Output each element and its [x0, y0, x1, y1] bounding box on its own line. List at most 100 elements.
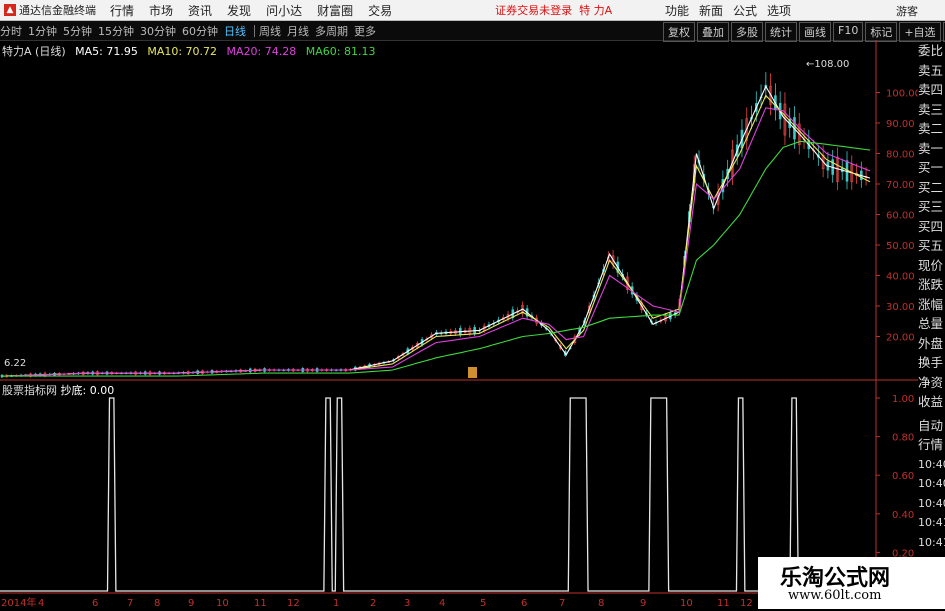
tab-period-9[interactable]: 多周期: [315, 23, 348, 39]
tdx-logo-icon: ▲: [4, 4, 16, 16]
tool-button-4[interactable]: 画线: [799, 22, 831, 42]
tool-buttons: 复权叠加多股统计画线F10标记+自选返回: [663, 22, 945, 42]
side-panel-item: 卖五: [918, 62, 944, 78]
time-axis-label: 12: [740, 598, 753, 609]
time-axis-label: 9: [640, 598, 646, 609]
tab-period-4[interactable]: 30分钟: [140, 23, 176, 39]
side-panel-item: 买五: [918, 238, 944, 253]
tool-button-0[interactable]: 复权: [663, 22, 695, 42]
price-axis-label: 90.00: [886, 119, 915, 130]
menu-market[interactable]: 市场: [149, 2, 173, 19]
side-panel-item: 卖一: [918, 140, 944, 156]
side-panel-item: 外盘: [918, 335, 944, 351]
indicator-header: 股票指标网 抄底: 0.00: [2, 382, 114, 398]
menu-trade[interactable]: 交易: [368, 2, 392, 19]
tab-period-1[interactable]: 1分钟: [28, 23, 57, 39]
main-menu: 行情 市场 资讯 发现 问小达 财富圈 交易: [110, 2, 407, 19]
time-axis-label: 9: [188, 598, 194, 609]
indicator-signal: 抄底: 0.00: [60, 384, 115, 397]
signal-line: [0, 397, 876, 592]
menu-options[interactable]: 选项: [767, 2, 791, 19]
watermark-url: www.60lt.com: [788, 588, 882, 603]
time-axis-label: 2: [370, 598, 376, 609]
side-panel-item: 总量: [918, 316, 944, 331]
time-axis-label: 11: [254, 598, 267, 609]
tab-period-0[interactable]: 分时: [0, 23, 22, 39]
tab-period-3[interactable]: 15分钟: [98, 23, 134, 39]
menu-discover[interactable]: 发现: [227, 2, 251, 19]
time-axis-label: 4: [38, 598, 44, 609]
time-axis-label: 6: [92, 598, 98, 609]
side-panel-item[interactable]: 10:41: [918, 513, 945, 533]
tab-period-5[interactable]: 60分钟: [182, 23, 218, 39]
menu-function[interactable]: 功能: [665, 2, 689, 19]
menu-new-layout[interactable]: 新面: [699, 2, 723, 19]
time-axis-label: 3: [404, 598, 410, 609]
menu-formula[interactable]: 公式: [733, 2, 757, 19]
tool-button-5[interactable]: F10: [833, 22, 864, 42]
time-axis-label: 4: [439, 598, 445, 609]
menu-news[interactable]: 资讯: [188, 2, 212, 19]
tab-period-10[interactable]: 更多: [354, 23, 376, 39]
side-panel-item[interactable]: 10:40: [918, 474, 945, 494]
guest-login[interactable]: 游客: [896, 3, 918, 19]
side-panel-item: 换手: [918, 355, 944, 370]
period-tabs: 分时 1分钟 5分钟 15分钟 30分钟 60分钟 日线 周线 月线 多周期 更多: [0, 23, 382, 39]
price-axis-label: 60.00: [886, 211, 915, 222]
menu-wealth[interactable]: 财富圈: [317, 2, 353, 19]
title-bar: ▲ 通达信金融终端 行情 市场 资讯 发现 问小达 财富圈 交易 证券交易未登录…: [0, 0, 945, 21]
kline-chart[interactable]: 100.00 90.00 80.00 70.00 60.00 50.00 40.00 30.0…: [0, 40, 918, 609]
login-status[interactable]: 证券交易未登录 特 力A: [495, 2, 612, 18]
tab-period-6[interactable]: 日线: [224, 23, 246, 39]
tool-button-2[interactable]: 多股: [731, 22, 763, 42]
price-axis-label: 20.00: [886, 333, 915, 344]
side-panel-item: 卖四: [918, 82, 944, 97]
tab-separator: [254, 24, 255, 37]
time-axis-label: 6: [521, 598, 527, 609]
tab-period-2[interactable]: 5分钟: [63, 23, 92, 39]
side-panel-item[interactable]: 行情: [918, 435, 945, 455]
tab-period-7[interactable]: 周线: [259, 23, 281, 39]
side-panel-item: 买四: [918, 218, 944, 234]
menu-ask[interactable]: 问小达: [266, 2, 302, 19]
time-axis-label: 10: [680, 598, 693, 609]
indicator-axis-label: 1.00: [892, 394, 914, 405]
price-axis-label: 70.00: [886, 180, 915, 191]
tool-button-7[interactable]: +自选: [899, 22, 941, 42]
side-panel-item[interactable]: 10:40: [918, 494, 945, 514]
side-panel-item[interactable]: 10:41: [918, 533, 945, 553]
side-panel-item: 现价: [918, 257, 944, 273]
min-price-label: 6.22: [4, 358, 26, 369]
price-axis-label: 40.00: [886, 272, 915, 283]
ma5-label: MA5: 71.95: [75, 45, 138, 58]
time-axis-label: 12: [287, 598, 300, 609]
time-axis-label: 5: [480, 598, 486, 609]
ma10-label: MA10: 70.72: [147, 45, 218, 58]
tool-button-3[interactable]: 统计: [765, 22, 797, 42]
tool-button-6[interactable]: 标记: [865, 22, 898, 42]
side-panel-item: 净资: [918, 374, 944, 390]
max-price-label: ←108.00: [806, 59, 849, 70]
watermark: 乐淘公式网 www.60lt.com: [758, 557, 945, 609]
ma-line-ma20: [1, 107, 871, 377]
time-axis-label: 7: [559, 598, 565, 609]
quote-side-panel: 委比 卖五 卖四 卖三 卖二 卖一 买一 买二 买三 买四 买五 现价 涨跌 涨幅 总量 外盘 换手 净资 收益 自动…: [918, 41, 945, 611]
right-menu: 功能 新面 公式 选项: [665, 0, 801, 20]
menu-quotes[interactable]: 行情: [110, 2, 134, 19]
side-panel-item: 卖三: [918, 101, 944, 117]
chart-toolbar: 分时 1分钟 5分钟 15分钟 30分钟 60分钟 日线 周线 月线 多周期 更多 复权 叠加 多股 统计…: [0, 21, 945, 42]
side-panel-item: 涨幅: [918, 296, 944, 312]
tab-period-8[interactable]: 月线: [287, 23, 309, 39]
tool-button-1[interactable]: 叠加: [697, 22, 729, 42]
side-panel-item[interactable]: 10:40: [918, 455, 945, 475]
price-axis-label: 80.00: [886, 150, 915, 161]
ma-line-ma60: [2, 140, 871, 377]
time-axis-label: 2014年: [1, 596, 36, 609]
ma60-label: MA60: 81.13: [305, 45, 376, 58]
ma20-label: MA20: 74.28: [226, 45, 297, 58]
time-axis-label: 7: [127, 598, 133, 609]
indicator-axis-label: 0.80: [892, 433, 914, 444]
side-panel-item[interactable]: 自动: [918, 416, 945, 436]
main-chart-header: 特力A (日线) MA5: 71.95 MA10: 70.72 MA20: 74…: [2, 43, 381, 59]
app-title: 通达信金融终端: [19, 4, 96, 17]
